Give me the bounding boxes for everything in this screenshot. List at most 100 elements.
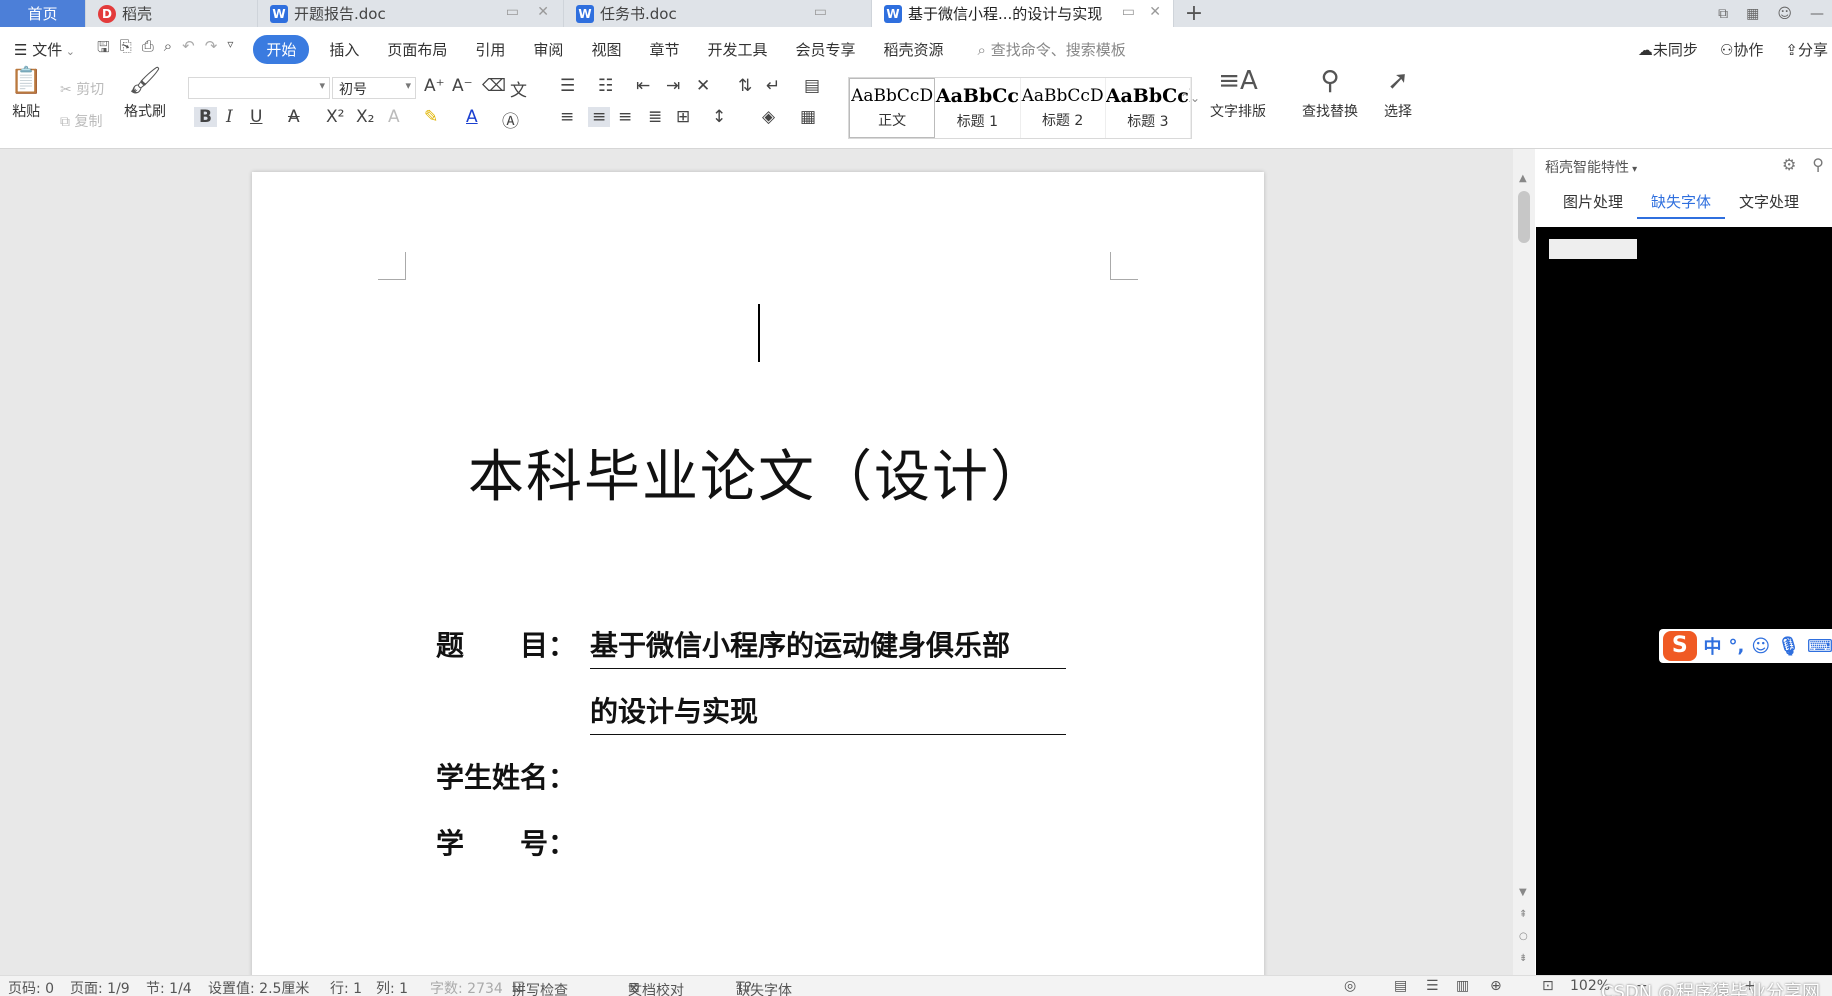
tab-home-ribbon[interactable]: 开始 <box>253 34 310 64</box>
minimize-icon[interactable]: — <box>1810 6 1824 22</box>
keyboard-icon[interactable]: ⌨ <box>1807 636 1832 657</box>
tab-review[interactable]: 审阅 <box>519 39 577 60</box>
select-browse-icon[interactable]: ○ <box>1519 931 1528 942</box>
bullets-icon[interactable]: ☰ <box>560 76 575 96</box>
scroll-down-icon[interactable]: ▼ <box>1519 887 1527 898</box>
scroll-thumb[interactable] <box>1518 191 1530 243</box>
highlight-icon[interactable]: ✎ <box>424 107 438 127</box>
tab-docer[interactable]: D 稻壳 <box>86 0 258 27</box>
strikethrough-icon[interactable]: A <box>288 107 300 127</box>
style-normal[interactable]: AaBbCcD 正文 <box>849 78 936 138</box>
decrease-indent-icon[interactable]: ⇤ <box>636 76 650 96</box>
settings-gear-icon[interactable]: ⚙ <box>1782 155 1796 174</box>
export-pdf-icon[interactable]: ⎘ <box>120 37 132 62</box>
reading-view-icon[interactable]: ▥ <box>1456 978 1469 994</box>
close-icon[interactable]: ✕ <box>1149 4 1161 20</box>
char-border-icon[interactable]: Ⓐ <box>502 107 519 132</box>
gallery-scroll-icon[interactable]: ⌃⌄ <box>1180 91 1200 105</box>
subscript-icon[interactable]: X₂ <box>356 107 374 127</box>
superscript-icon[interactable]: X² <box>326 107 344 127</box>
share-button[interactable]: ⇪分享 <box>1785 39 1828 60</box>
microphone-icon[interactable]: 🎙 <box>1777 636 1800 657</box>
tab-task-book[interactable]: W 任务书.doc ▭ <box>564 0 872 27</box>
panel-title[interactable]: 稻壳智能特性 ▾ <box>1545 157 1637 177</box>
scroll-up-icon[interactable]: ▲ <box>1519 173 1527 184</box>
tab-chapter[interactable]: 章节 <box>635 39 693 60</box>
bold-icon[interactable]: B <box>194 107 217 127</box>
phonetic-icon[interactable]: 文 <box>510 76 527 101</box>
ime-mode[interactable]: 中 <box>1704 633 1722 659</box>
tab-view[interactable]: 视图 <box>577 39 635 60</box>
tab-kaiti-report[interactable]: W 开题报告.doc ▭ ✕ <box>258 0 564 27</box>
pin-icon[interactable]: ▭ <box>1122 4 1135 20</box>
emoji-icon[interactable]: ☺ <box>1751 636 1770 657</box>
shading-icon[interactable]: ◈ <box>762 107 775 127</box>
copy-button[interactable]: ⧉ 复制 <box>60 111 102 131</box>
cut-button[interactable]: ✂ 剪切 <box>60 79 104 99</box>
save-icon[interactable]: 🖫 <box>97 37 110 62</box>
text-effect-icon[interactable]: A <box>388 107 400 127</box>
command-search[interactable]: ⌕ 查找命令、搜索模板 <box>978 39 1126 60</box>
grow-font-icon[interactable]: A⁺ <box>424 76 445 96</box>
layout-icon[interactable]: ⧉ <box>1718 6 1728 22</box>
panel-tab-image[interactable]: 图片处理 <box>1535 189 1637 219</box>
grid-apps-icon[interactable]: ▦ <box>1746 6 1759 22</box>
font-color-icon[interactable]: A <box>466 107 478 127</box>
tab-insert[interactable]: 插入 <box>315 39 373 60</box>
tab-current-thesis[interactable]: W 基于微信小程...的设计与实现 ▭ ✕ <box>872 0 1174 27</box>
next-page-icon[interactable]: ⇟ <box>1519 953 1527 964</box>
new-tab-button[interactable]: + <box>1174 0 1214 27</box>
style-heading-3[interactable]: AaBbCcI 标题 3 <box>1106 78 1191 138</box>
sync-button[interactable]: ☁未同步 <box>1638 39 1698 60</box>
prev-page-icon[interactable]: ⇞ <box>1519 909 1527 920</box>
distribute-icon[interactable]: ⊞ <box>676 107 690 127</box>
format-painter-button[interactable]: 🖌 格式刷 <box>124 67 166 121</box>
sort-icon[interactable]: ⇅ <box>738 76 752 96</box>
pin-icon[interactable]: ▭ <box>814 4 827 20</box>
pin-icon[interactable]: ▭ <box>506 4 519 20</box>
tab-page-layout[interactable]: 页面布局 <box>373 39 461 60</box>
panel-tab-text[interactable]: 文字处理 <box>1725 189 1813 219</box>
ime-toolbar[interactable]: S 中 °, ☺ 🎙 ⌨ <box>1659 629 1832 663</box>
borders-icon[interactable]: ▦ <box>800 107 816 127</box>
italic-icon[interactable]: I <box>226 107 233 127</box>
document-page[interactable]: 本科毕业论文（设计） 题 目： 基于微信小程序的运动健身俱乐部 的设计与实现 学… <box>252 172 1264 975</box>
underline-icon[interactable]: U <box>250 107 262 127</box>
print-icon[interactable]: ⎙ <box>142 37 154 62</box>
outline-view-icon[interactable]: ☰ <box>1426 978 1439 994</box>
tab-ruler-icon[interactable]: ▤ <box>804 76 820 96</box>
status-word-count[interactable]: 字数: 2734 <box>430 978 503 996</box>
pin-panel-icon[interactable]: ⚲ <box>1812 155 1824 174</box>
status-pages[interactable]: 页面: 1/9 <box>70 978 130 996</box>
justify-icon[interactable]: ≣ <box>648 107 662 127</box>
web-view-icon[interactable]: ⊕ <box>1490 978 1502 994</box>
show-marks-icon[interactable]: ↵ <box>766 76 780 96</box>
tab-docer-resources[interactable]: 稻壳资源 <box>870 39 958 60</box>
page-view-icon[interactable]: ▤ <box>1394 978 1407 994</box>
align-right-icon[interactable]: ≡ <box>618 107 632 127</box>
find-replace-button[interactable]: ⚲ 查找替换 <box>1302 67 1358 121</box>
print-preview-icon[interactable]: ⌕ <box>164 37 172 62</box>
text-layout-button[interactable]: ≡A 文字排版 <box>1210 67 1266 121</box>
paste-button[interactable]: 📋 粘贴 <box>10 67 42 121</box>
clear-format-icon[interactable]: ⌫ <box>482 76 506 96</box>
tab-references[interactable]: 引用 <box>461 39 519 60</box>
font-size-select[interactable]: 初号 <box>332 77 416 99</box>
eye-protect-icon[interactable]: ◎ <box>1344 978 1356 994</box>
fit-page-icon[interactable]: ⊡ <box>1542 978 1554 994</box>
line-spacing-icon[interactable]: ↕ <box>712 107 726 127</box>
tab-member[interactable]: 会员专享 <box>781 39 869 60</box>
chinese-layout-icon[interactable]: ✕ <box>696 76 710 96</box>
redo-icon[interactable]: ↷ <box>205 37 218 62</box>
increase-indent-icon[interactable]: ⇥ <box>666 76 680 96</box>
punctuation-icon[interactable]: °, <box>1729 636 1745 657</box>
collab-button[interactable]: ⚇协作 <box>1720 39 1763 60</box>
tab-home[interactable]: 首页 <box>0 0 86 27</box>
tab-developer[interactable]: 开发工具 <box>693 39 781 60</box>
font-name-select[interactable] <box>188 77 330 99</box>
panel-tab-missing-font[interactable]: 缺失字体 <box>1637 189 1726 219</box>
style-heading-1[interactable]: AaBbCc 标题 1 <box>935 78 1021 138</box>
vertical-scrollbar[interactable]: ▲ ▼ ⇞ ○ ⇟ <box>1513 149 1535 975</box>
style-heading-2[interactable]: AaBbCcD 标题 2 <box>1021 78 1106 138</box>
shrink-font-icon[interactable]: A⁻ <box>452 76 473 96</box>
